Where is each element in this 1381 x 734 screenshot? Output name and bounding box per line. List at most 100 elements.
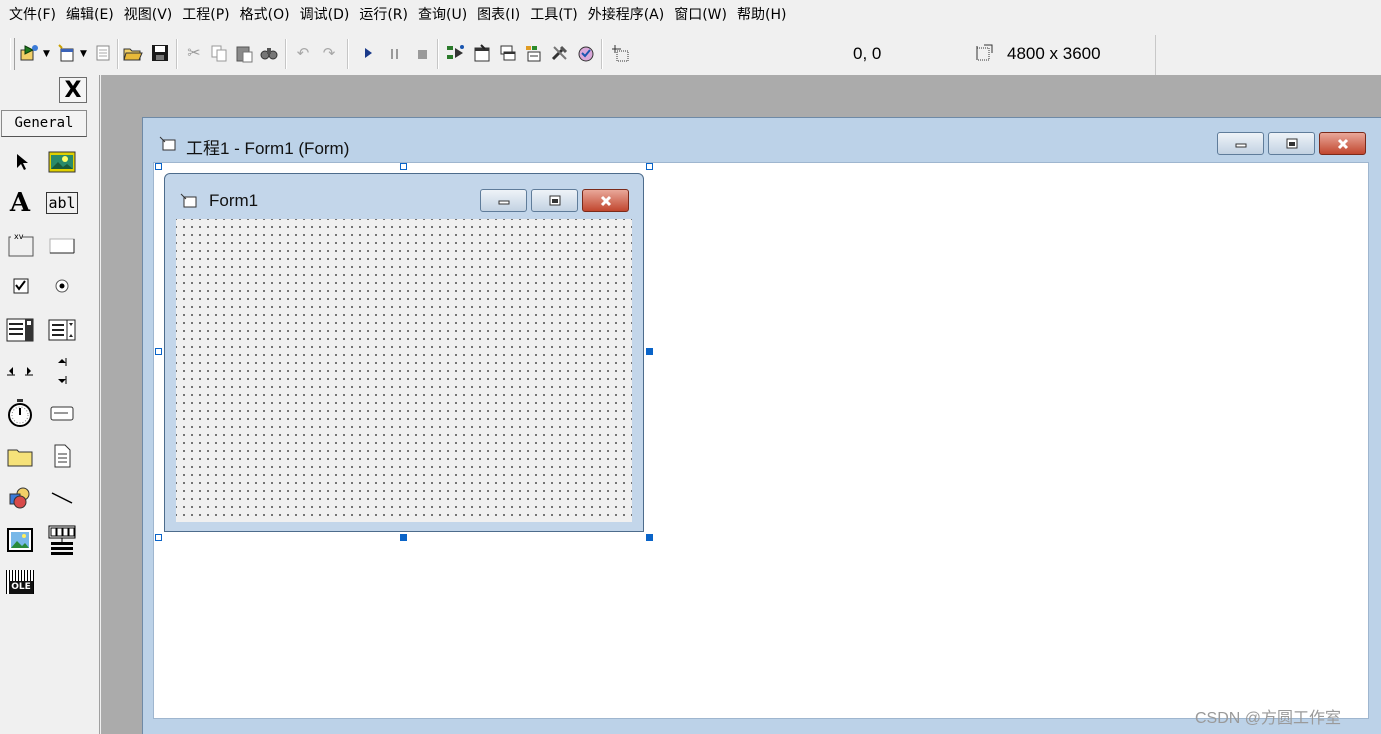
menu-run[interactable]: 运行(R): [354, 0, 413, 31]
menu-edit[interactable]: 编辑(E): [61, 0, 119, 31]
form1-client-grid[interactable]: [176, 219, 632, 522]
resize-handle-bottom-right[interactable]: [646, 534, 653, 541]
open-icon[interactable]: [122, 41, 144, 65]
commandbutton-icon[interactable]: [47, 230, 77, 260]
cut-icon[interactable]: ✂: [183, 41, 205, 65]
toolbar-separator: [176, 39, 178, 69]
ole-pattern: OLE: [6, 570, 34, 594]
position-icon: [610, 41, 632, 65]
toolbar-empty-area: [1156, 35, 1381, 75]
chevron-down-icon[interactable]: ▼: [43, 49, 50, 59]
frame-icon[interactable]: xv: [6, 230, 36, 260]
find-icon[interactable]: [258, 41, 280, 65]
image-icon[interactable]: [5, 525, 35, 555]
label-icon[interactable]: A: [5, 188, 35, 218]
maximize-button[interactable]: [1268, 132, 1315, 155]
checkbox-icon[interactable]: [6, 271, 36, 301]
menu-debug[interactable]: 调试(D): [295, 0, 355, 31]
dirlistbox-icon[interactable]: [5, 441, 35, 471]
toolbar-separator: [601, 39, 603, 69]
menu-format[interactable]: 格式(O): [235, 0, 295, 31]
textbox-icon[interactable]: abl: [46, 188, 78, 218]
filelistbox-icon[interactable]: [47, 441, 77, 471]
menu-addins[interactable]: 外接程序(A): [583, 0, 670, 31]
resize-handle-left: [155, 348, 162, 355]
menu-project[interactable]: 工程(P): [177, 0, 234, 31]
frame-glyph: xv: [14, 232, 24, 241]
menu-tools[interactable]: 工具(T): [525, 0, 582, 31]
ole-glyph: OLE: [9, 581, 33, 594]
copy-icon[interactable]: [208, 41, 230, 65]
resize-handle-bottom[interactable]: [400, 534, 407, 541]
menu-view[interactable]: 视图(V): [119, 0, 178, 31]
end-icon[interactable]: [411, 41, 433, 65]
close-button[interactable]: [1319, 132, 1366, 155]
break-icon[interactable]: [384, 41, 406, 65]
picturebox-icon[interactable]: [47, 147, 77, 177]
resize-handle-top-left: [155, 163, 162, 170]
shape-icon[interactable]: [5, 483, 35, 513]
menu-window[interactable]: 窗口(W): [669, 0, 732, 31]
maximize-icon: [1286, 138, 1297, 148]
toolbar-separator: [347, 39, 349, 69]
close-icon[interactable]: X: [59, 77, 87, 103]
toolbar-separator: [285, 39, 287, 69]
redo-icon[interactable]: ↷: [318, 41, 340, 65]
maximize-icon: [549, 195, 560, 205]
hscrollbar-icon[interactable]: [5, 356, 35, 386]
menu-diagram[interactable]: 图表(I): [472, 0, 525, 31]
menu-query[interactable]: 查询(U): [413, 0, 472, 31]
menu-bar: 文件(F) 编辑(E) 视图(V) 工程(P) 格式(O) 调试(D) 运行(R…: [0, 0, 1381, 31]
toolbar-separator: [117, 39, 119, 69]
form1-maximize-button[interactable]: [531, 189, 578, 212]
size-icon: [973, 41, 995, 65]
data-icon[interactable]: [47, 525, 77, 555]
form-icon: [159, 136, 177, 156]
combobox-icon[interactable]: [5, 314, 35, 344]
resize-handle-top: [400, 163, 407, 170]
minimize-button[interactable]: [1217, 132, 1264, 155]
menu-editor-icon[interactable]: [92, 41, 114, 65]
undo-icon[interactable]: ↶: [292, 41, 314, 65]
toolbar-separator: [437, 39, 439, 69]
listbox-icon[interactable]: [47, 314, 77, 344]
data-view-icon[interactable]: [575, 41, 597, 65]
vscrollbar-icon[interactable]: [47, 356, 77, 386]
pointer-icon[interactable]: [6, 147, 36, 177]
size-readout: 4800 x 3600: [1007, 44, 1101, 63]
close-icon: [600, 195, 611, 206]
chevron-down-icon[interactable]: ▼: [80, 49, 87, 59]
minimize-icon: [1235, 143, 1246, 147]
form-icon: [180, 193, 198, 213]
drivelistbox-icon[interactable]: [47, 398, 77, 428]
form-layout-icon[interactable]: [497, 41, 519, 65]
timer-icon[interactable]: [5, 398, 35, 428]
resize-handle-top-right: [646, 163, 653, 170]
add-form-icon[interactable]: [55, 41, 77, 65]
properties-icon[interactable]: [471, 41, 493, 65]
menu-file[interactable]: 文件(F): [0, 0, 61, 31]
project-explorer-icon[interactable]: [445, 41, 467, 65]
project-window-title: 工程1 - Form1 (Form): [186, 139, 350, 158]
resize-handle-right[interactable]: [646, 348, 653, 355]
form1-close-button[interactable]: [582, 189, 629, 212]
menu-help[interactable]: 帮助(H): [732, 0, 791, 31]
add-project-icon[interactable]: [18, 41, 40, 65]
watermark: CSDN @方圆工作室: [1195, 710, 1342, 727]
form1-title: Form1: [209, 191, 259, 210]
ole-icon[interactable]: OLE: [5, 567, 35, 597]
object-browser-icon[interactable]: [523, 41, 545, 65]
close-icon: [1337, 138, 1348, 149]
line-icon[interactable]: [47, 483, 77, 513]
start-icon[interactable]: [357, 41, 379, 65]
toolbar-grip[interactable]: [10, 38, 15, 70]
toolbox-tab-general[interactable]: General: [1, 110, 87, 137]
resize-handle-bottom-left: [155, 534, 162, 541]
save-icon[interactable]: [149, 41, 171, 65]
standard-toolbar: ▼ ▼ ✂ ↶ ↷ 0, 0 4800 x 3600: [0, 35, 1156, 75]
optionbutton-icon[interactable]: [47, 271, 77, 301]
paste-icon[interactable]: [233, 41, 255, 65]
toolbox-icon[interactable]: [549, 41, 571, 65]
textbox-glyph: abl: [46, 192, 78, 214]
form1-minimize-button[interactable]: [480, 189, 527, 212]
